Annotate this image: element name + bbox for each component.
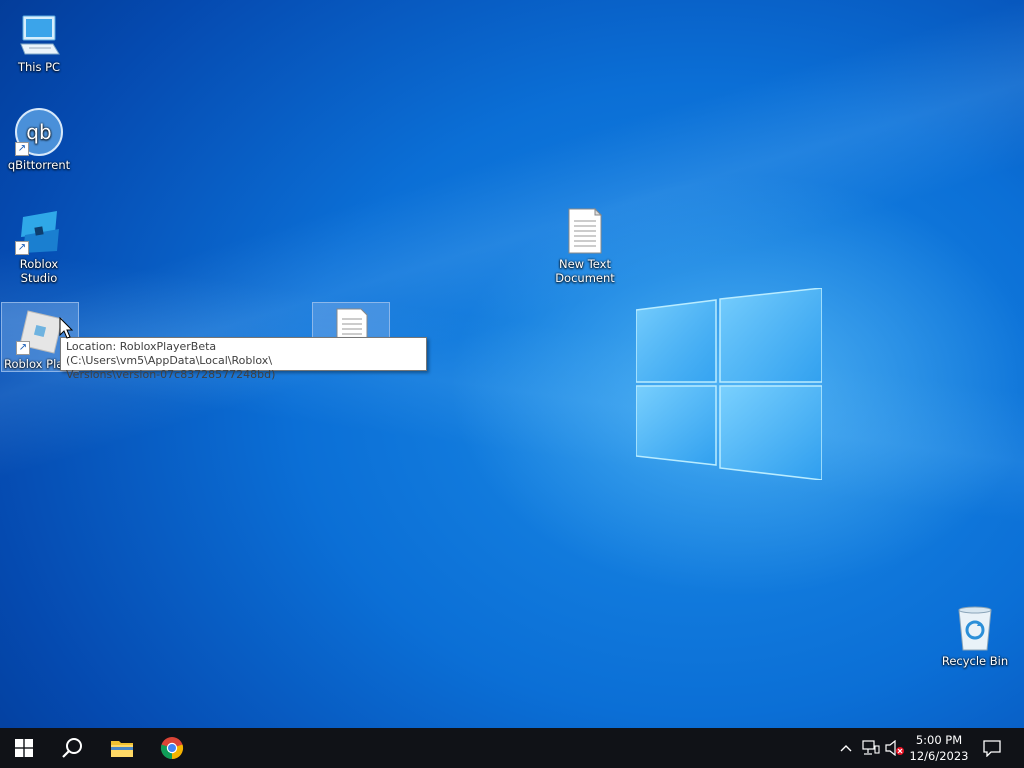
this-pc-icon — [15, 10, 63, 58]
desktop-icon-roblox-studio[interactable]: ↗ Roblox Studio — [0, 203, 78, 285]
taskbar-chrome[interactable] — [148, 728, 196, 768]
mouse-cursor-icon — [59, 317, 73, 339]
volume-tray-button[interactable] — [884, 728, 906, 768]
show-hidden-icons-button[interactable] — [836, 728, 856, 768]
tooltip-line-1: Location: RobloxPlayerBeta (C:\Users\vm5… — [66, 340, 273, 367]
start-button[interactable] — [0, 728, 48, 768]
roblox-player-icon: ↗ — [16, 307, 64, 355]
network-icon — [862, 740, 880, 755]
action-center-button[interactable] — [976, 728, 1008, 768]
network-tray-button[interactable] — [860, 728, 882, 768]
clock-date: 12/6/2023 — [909, 749, 969, 763]
desktop-icon-label: This PC — [17, 60, 61, 74]
location-tooltip: Location: RobloxPlayerBeta (C:\Users\vm5… — [60, 337, 427, 381]
taskbar-clock[interactable]: 5:00 PM 12/6/2023 — [906, 732, 972, 764]
desktop-icon-label: qBittorrent — [7, 158, 71, 172]
windows-start-icon — [15, 739, 33, 757]
search-icon — [62, 738, 82, 758]
shortcut-arrow-icon: ↗ — [16, 341, 30, 355]
desktop[interactable]: This PC qb ↗ qBittorrent ↗ Roblox Studio — [0, 0, 1024, 728]
desktop-icon-label: Roblox Studio — [19, 257, 59, 285]
chevron-up-icon — [840, 745, 852, 752]
desktop-icon-qbittorrent[interactable]: qb ↗ qBittorrent — [0, 104, 78, 174]
taskbar: 5:00 PM 12/6/2023 — [0, 728, 1024, 768]
qbittorrent-icon: qb ↗ — [15, 108, 63, 156]
desktop-icon-this-pc[interactable]: This PC — [0, 6, 78, 74]
shortcut-arrow-icon: ↗ — [15, 142, 29, 156]
desktop-icon-label: Recycle Bin — [941, 654, 1009, 668]
svg-text:qb: qb — [26, 120, 51, 144]
recycle-bin-icon — [951, 604, 999, 652]
text-document-icon — [561, 207, 609, 255]
desktop-icon-label-line1: New Text — [559, 257, 611, 271]
notification-icon — [983, 740, 1001, 757]
clock-time: 5:00 PM — [915, 733, 963, 747]
desktop-icon-new-text-document[interactable]: New Text Document — [546, 203, 624, 287]
tooltip-line-2: Versions\version-07c83728577248bd) — [66, 368, 276, 381]
desktop-icon-label-line2: Document — [555, 271, 615, 285]
desktop-icon-text-document-selected[interactable] — [312, 302, 390, 342]
volume-muted-icon — [885, 740, 904, 756]
roblox-studio-icon: ↗ — [15, 207, 63, 255]
taskbar-file-explorer[interactable] — [98, 728, 146, 768]
desktop-icon-recycle-bin[interactable]: Recycle Bin — [936, 600, 1014, 670]
chrome-icon — [160, 737, 184, 760]
windows-logo-wallpaper — [636, 288, 822, 480]
shortcut-arrow-icon: ↗ — [15, 241, 29, 255]
text-document-icon — [327, 307, 375, 342]
search-button[interactable] — [48, 728, 96, 768]
folder-icon — [111, 741, 133, 757]
